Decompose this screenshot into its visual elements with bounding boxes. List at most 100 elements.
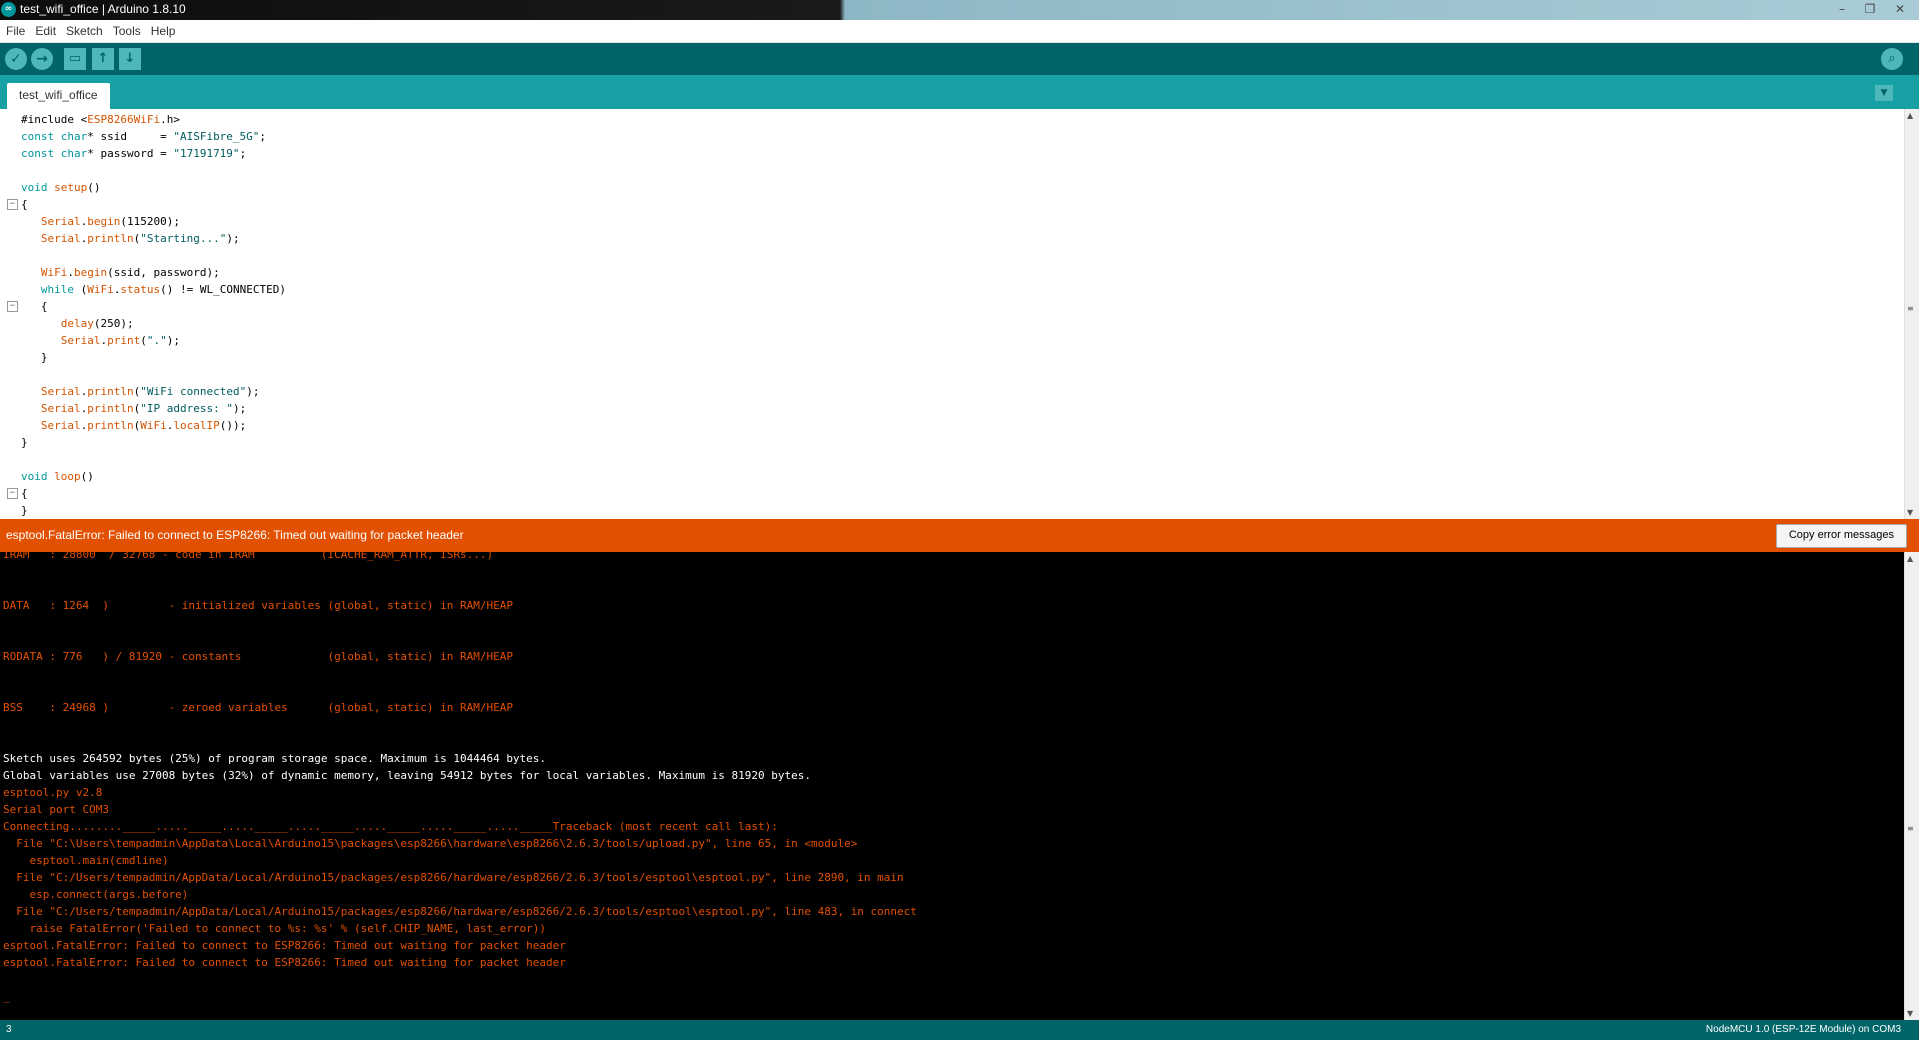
code-token: loop <box>54 470 81 483</box>
menu-tools[interactable]: Tools <box>109 20 145 42</box>
code-token: ( <box>140 334 147 347</box>
code-line[interactable]: WiFi.begin(ssid, password); <box>21 264 286 281</box>
tab-menu-chevron-down-icon[interactable]: ▼ <box>1875 85 1893 101</box>
code-token: begin <box>87 215 121 228</box>
code-line[interactable]: { <box>21 196 286 213</box>
code-token: println <box>87 402 134 415</box>
code-line[interactable]: const char* ssid = "AISFibre_5G"; <box>21 128 286 145</box>
code-line[interactable] <box>21 451 286 468</box>
code-token: { <box>21 487 28 500</box>
code-token: (115200); <box>120 215 180 228</box>
code-line[interactable]: Serial.println("WiFi connected"); <box>21 383 286 400</box>
close-button[interactable]: ✕ <box>1887 0 1913 18</box>
upload-button[interactable]: → <box>31 48 53 70</box>
minimize-button[interactable]: – <box>1831 0 1853 18</box>
code-line[interactable]: #include <ESP8266WiFi.h> <box>21 111 286 128</box>
console-scroll-grip-icon[interactable]: ≡ <box>1907 824 1914 833</box>
code-line[interactable]: } <box>21 349 286 366</box>
code-token: WiFi <box>87 283 114 296</box>
code-line[interactable]: } <box>21 502 286 519</box>
code-token: Serial <box>40 215 81 228</box>
code-line[interactable]: } <box>21 434 286 451</box>
open-sketch-button[interactable]: ↑ <box>92 48 114 70</box>
code-token: ); <box>232 402 247 415</box>
code-token: } <box>21 504 28 517</box>
code-token: (ssid, password); <box>107 266 220 279</box>
code-line[interactable]: void setup() <box>21 179 286 196</box>
error-bar: esptool.FatalError: Failed to connect to… <box>0 519 1919 552</box>
code-line[interactable]: Serial.println("Starting..."); <box>21 230 286 247</box>
code-token: ); <box>166 334 180 347</box>
code-token: status <box>120 283 161 296</box>
fold-toggle-icon[interactable]: − <box>7 301 18 312</box>
code-token: { <box>21 198 28 211</box>
menu-help[interactable]: Help <box>147 20 180 42</box>
scroll-grip-icon[interactable]: ≡ <box>1907 304 1914 313</box>
maximize-button[interactable]: ❐ <box>1859 0 1881 18</box>
code-line[interactable]: Serial.begin(115200); <box>21 213 286 230</box>
fold-toggle-icon[interactable]: − <box>7 488 18 499</box>
code-token: ; <box>259 130 267 143</box>
code-token: () <box>87 181 101 194</box>
console-line: BSS : 24968 ) - zeroed variables (global… <box>3 701 513 714</box>
code-token: WiFi <box>140 419 167 432</box>
fold-toggle-icon[interactable]: − <box>7 199 18 210</box>
code-token: (250); <box>93 317 134 330</box>
menu-edit[interactable]: Edit <box>31 20 60 42</box>
code-line[interactable] <box>21 366 286 383</box>
code-token: "WiFi connected" <box>140 385 247 398</box>
code-token: .h> <box>160 113 180 126</box>
code-editor[interactable]: − − − #include <ESP8266WiFi.h> const char* … <box>0 109 1919 519</box>
code-token: "." <box>146 334 167 347</box>
code-line[interactable]: delay(250); <box>21 315 286 332</box>
new-sketch-button[interactable]: ▭ <box>64 48 86 70</box>
code-line[interactable]: const char* password = "17191719"; <box>21 145 286 162</box>
code-line[interactable]: Serial.print("."); <box>21 332 286 349</box>
console-scrollbar[interactable]: ▲ ≡ ▼ <box>1904 552 1919 1020</box>
code-line[interactable]: Serial.println(WiFi.localIP()); <box>21 417 286 434</box>
code-line[interactable] <box>21 247 286 264</box>
code-line[interactable]: { <box>21 298 286 315</box>
copy-error-messages-button[interactable]: Copy error messages <box>1775 524 1907 548</box>
code-token: ); <box>226 232 240 245</box>
console-scroll-down-arrow-icon[interactable]: ▼ <box>1907 1009 1913 1018</box>
code-token: ()); <box>219 419 247 432</box>
code-text[interactable]: #include <ESP8266WiFi.h> const char* ssid… <box>21 111 286 519</box>
serial-monitor-button[interactable]: ⌕ <box>1881 48 1903 70</box>
code-line[interactable]: { <box>21 485 286 502</box>
code-token: } <box>21 436 28 449</box>
code-line[interactable]: void loop() <box>21 468 286 485</box>
scroll-down-arrow-icon[interactable]: ▼ <box>1907 508 1913 517</box>
console-line: File "C:/Users/tempadmin/AppData/Local/A… <box>3 871 904 884</box>
menu-sketch[interactable]: Sketch <box>62 20 107 42</box>
verify-button[interactable]: ✓ <box>5 48 27 70</box>
save-sketch-button[interactable]: ↓ <box>119 48 141 70</box>
tab-test-wifi-office[interactable]: test_wifi_office <box>7 83 110 109</box>
status-board-port: NodeMCU 1.0 (ESP-12E Module) on COM3 <box>1705 1024 1901 1035</box>
status-bar: 3 NodeMCU 1.0 (ESP-12E Module) on COM3 <box>0 1020 1919 1040</box>
code-line[interactable]: Serial.println("IP address: "); <box>21 400 286 417</box>
editor-scrollbar[interactable]: ▲ ≡ ▼ <box>1904 109 1919 519</box>
code-token: } <box>21 351 48 364</box>
console-scroll-up-arrow-icon[interactable]: ▲ <box>1907 554 1913 563</box>
scroll-up-arrow-icon[interactable]: ▲ <box>1907 111 1913 120</box>
console-output[interactable]: IRAM : 28800 / 32768 - code in IRAM (ICA… <box>0 552 1919 1020</box>
code-line[interactable]: while (WiFi.status() != WL_CONNECTED) <box>21 281 286 298</box>
code-line[interactable] <box>21 162 286 179</box>
code-token: "Starting..." <box>140 232 227 245</box>
code-token: { <box>21 300 48 313</box>
console-line: File "C:\Users\tempadmin\AppData\Local\A… <box>3 837 858 850</box>
arduino-logo-icon: ∞ <box>1 2 16 17</box>
menu-file[interactable]: File <box>2 20 29 42</box>
editor-gutter: − − − <box>0 109 18 519</box>
